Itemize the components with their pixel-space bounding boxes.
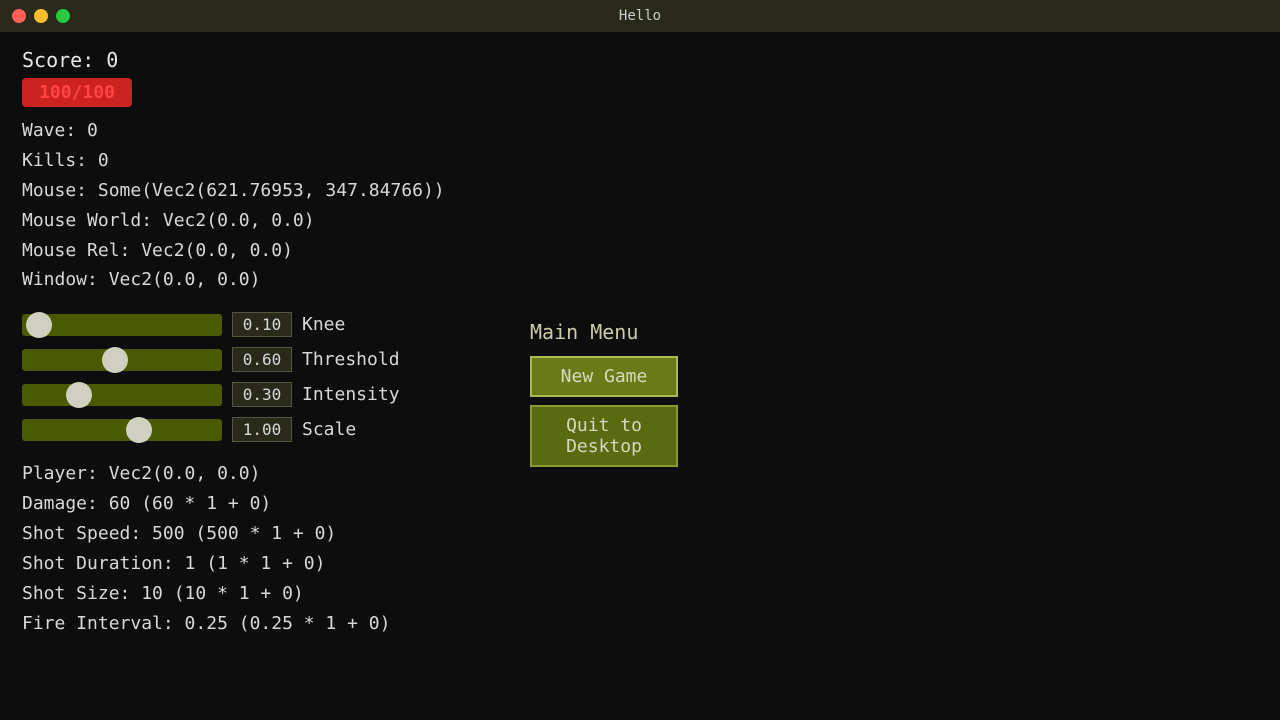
wave-display: Wave: 0 <box>22 117 1258 145</box>
mouse-world-display: Mouse World: Vec2(0.0, 0.0) <box>22 207 1258 235</box>
shot-speed-stat: Shot Speed: 500 (500 * 1 + 0) <box>22 520 1258 548</box>
shot-duration-stat: Shot Duration: 1 (1 * 1 + 0) <box>22 550 1258 578</box>
window-title: Hello <box>619 8 661 24</box>
damage-stat: Damage: 60 (60 * 1 + 0) <box>22 490 1258 518</box>
intensity-slider-value[interactable] <box>232 382 292 407</box>
knee-label: Knee <box>302 314 345 335</box>
quit-to-desktop-button[interactable]: Quit to Desktop <box>530 405 678 467</box>
titlebar: Hello <box>0 0 1280 32</box>
mouse-rel-display: Mouse Rel: Vec2(0.0, 0.0) <box>22 237 1258 265</box>
intensity-slider-track[interactable] <box>22 384 222 406</box>
main-menu-title: Main Menu <box>530 320 678 344</box>
knee-slider-thumb[interactable] <box>26 312 52 338</box>
scale-slider-track[interactable] <box>22 419 222 441</box>
threshold-slider-track[interactable] <box>22 349 222 371</box>
threshold-label: Threshold <box>302 349 400 370</box>
scale-label: Scale <box>302 419 356 440</box>
intensity-label: Intensity <box>302 384 400 405</box>
threshold-slider-thumb[interactable] <box>102 347 128 373</box>
score-display: Score: 0 <box>22 48 1258 72</box>
shot-size-stat: Shot Size: 10 (10 * 1 + 0) <box>22 580 1258 608</box>
scale-slider-value[interactable] <box>232 417 292 442</box>
close-button[interactable] <box>12 9 26 23</box>
window-controls[interactable] <box>12 9 70 23</box>
health-bar: 100/100 <box>22 78 132 107</box>
new-game-button[interactable]: New Game <box>530 356 678 397</box>
window-display: Window: Vec2(0.0, 0.0) <box>22 266 1258 294</box>
fire-interval-stat: Fire Interval: 0.25 (0.25 * 1 + 0) <box>22 610 1258 638</box>
bottom-stats: Player: Vec2(0.0, 0.0) Damage: 60 (60 * … <box>22 460 1258 637</box>
intensity-slider-thumb[interactable] <box>66 382 92 408</box>
maximize-button[interactable] <box>56 9 70 23</box>
knee-slider-track[interactable] <box>22 314 222 336</box>
minimize-button[interactable] <box>34 9 48 23</box>
main-menu: Main Menu New Game Quit to Desktop <box>530 320 678 475</box>
kills-display: Kills: 0 <box>22 147 1258 175</box>
threshold-slider-value[interactable] <box>232 347 292 372</box>
scale-slider-thumb[interactable] <box>126 417 152 443</box>
knee-slider-value[interactable] <box>232 312 292 337</box>
mouse-display: Mouse: Some(Vec2(621.76953, 347.84766)) <box>22 177 1258 205</box>
